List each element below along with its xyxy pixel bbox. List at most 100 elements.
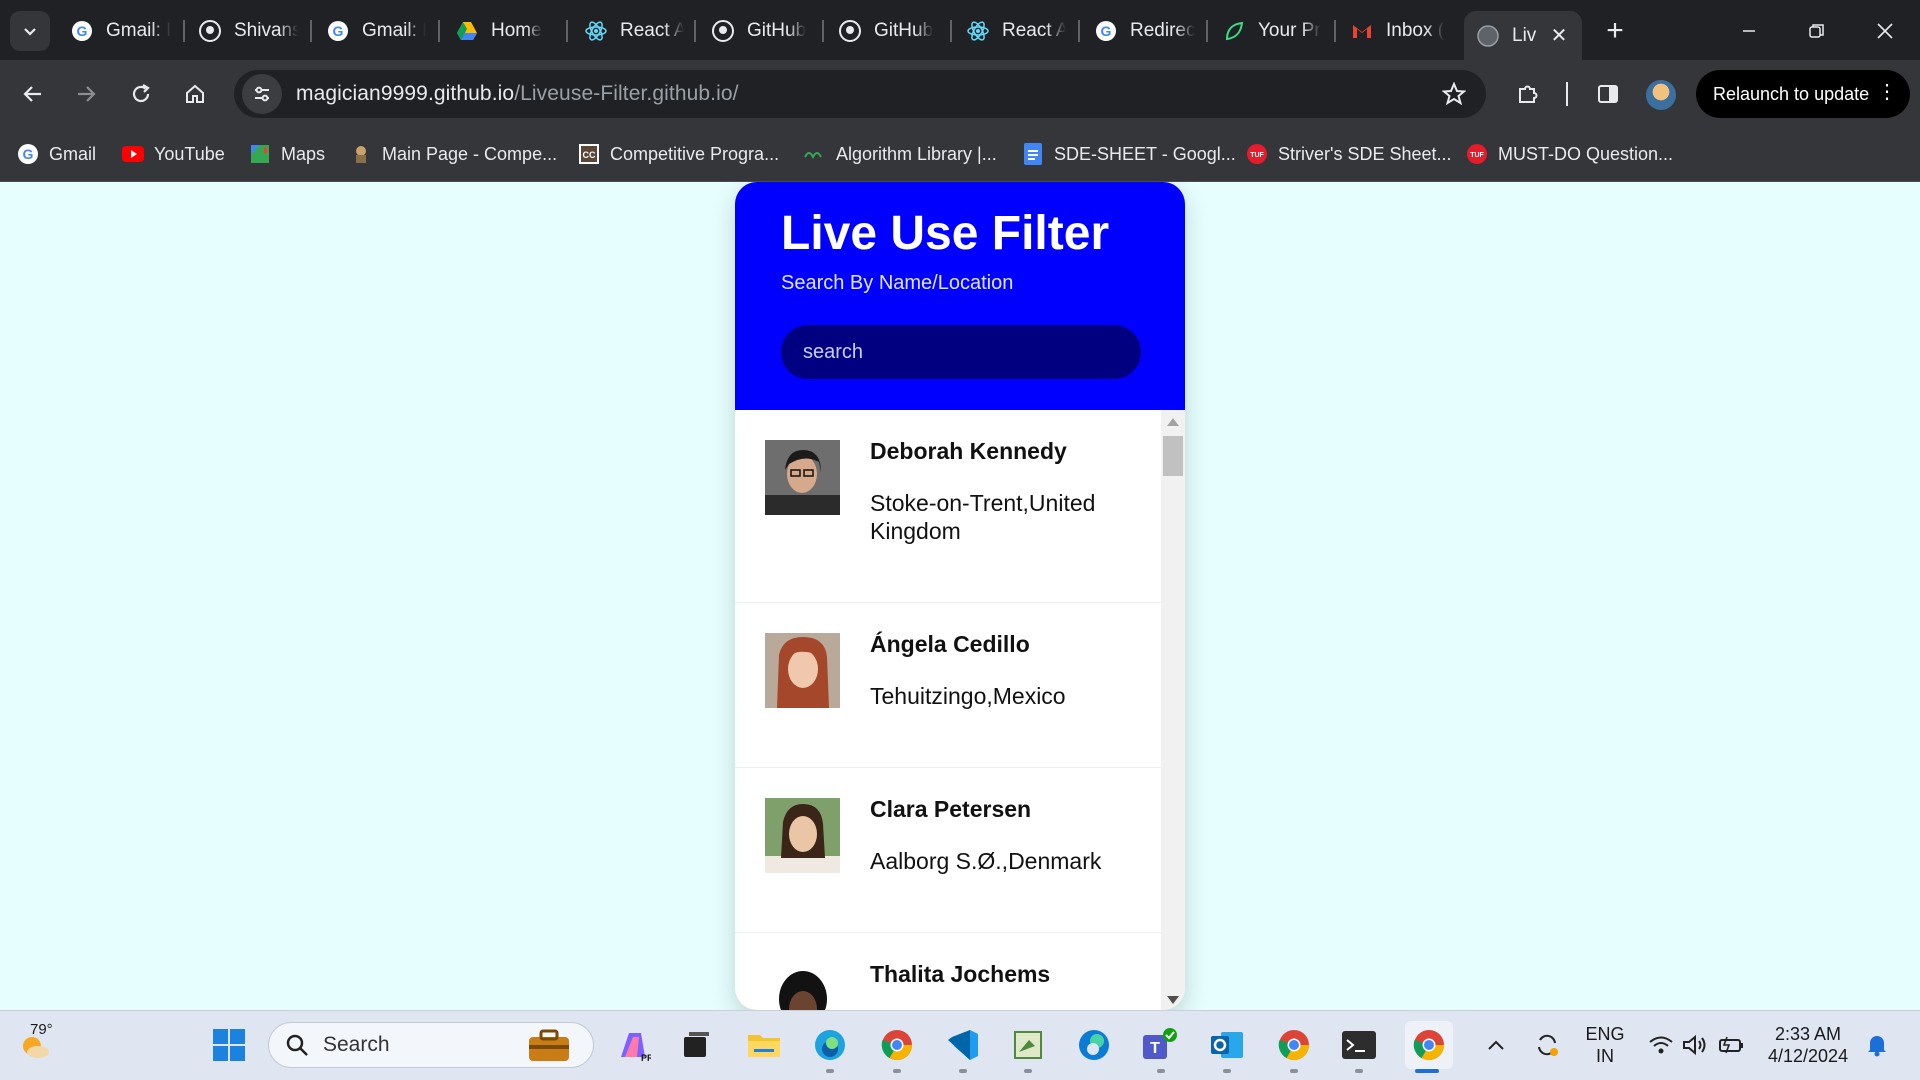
address-bar[interactable]: magician9999.github.io/Liveuse-Filter.gi… [234, 70, 1486, 118]
close-window-button[interactable] [1868, 14, 1902, 48]
bookmark-algorithm-library[interactable]: Algorithm Library |... [804, 140, 997, 168]
restore-button[interactable] [1800, 14, 1834, 48]
show-hidden-icons-button[interactable] [1482, 1025, 1510, 1065]
tab-react-1[interactable]: React A [584, 11, 684, 51]
svg-text:T: T [1150, 1040, 1160, 1057]
tab-title: React A [1002, 20, 1066, 41]
chrome-app-2[interactable] [1274, 1025, 1314, 1065]
globe-icon [1476, 24, 1500, 48]
tab-title: GitHub [874, 20, 934, 41]
sync-tray-button[interactable] [1530, 1025, 1564, 1065]
bookmarks-bar: G Gmail YouTube Maps Main Page - Compe..… [0, 128, 1920, 182]
home-button[interactable] [175, 74, 215, 114]
bookmark-competitive-programming[interactable]: CC Competitive Progra... [578, 140, 779, 168]
close-icon [1877, 23, 1893, 39]
running-indicator [959, 1069, 967, 1073]
docs-icon [1022, 143, 1044, 165]
tab-gmail-1[interactable]: G Gmail: I [70, 11, 174, 51]
teams-app[interactable]: T [1140, 1025, 1180, 1065]
notepad-app[interactable] [1008, 1025, 1048, 1065]
url-path: /Liveuse-Filter.github.io/ [514, 82, 739, 105]
new-tab-button[interactable]: + [1598, 14, 1632, 48]
tab-separator [1206, 20, 1208, 42]
close-tab-icon[interactable]: ✕ [1548, 23, 1570, 48]
start-button[interactable] [209, 1025, 249, 1065]
task-view-icon [684, 1032, 709, 1057]
bookmark-label: Maps [281, 143, 326, 164]
chrome-app-active[interactable] [1405, 1021, 1453, 1069]
tab-react-2[interactable]: React A [966, 11, 1066, 51]
copilot-app[interactable]: PRE [613, 1025, 653, 1065]
tab-inbox[interactable]: Inbox ( [1350, 11, 1450, 51]
edge-dev-app[interactable] [810, 1025, 850, 1065]
taskbar-search[interactable]: Search [268, 1022, 594, 1068]
running-indicator [1157, 1069, 1165, 1073]
user-name: Thalita Jochems [870, 961, 1051, 987]
running-indicator [893, 1069, 901, 1073]
edge-icon [815, 1030, 845, 1060]
scroll-up-arrow-icon[interactable] [1167, 418, 1179, 426]
side-panel-button[interactable] [1588, 74, 1628, 114]
site-info-button[interactable] [242, 74, 282, 114]
url-text[interactable]: magician9999.github.io/Liveuse-Filter.gi… [296, 82, 739, 106]
tab-redirect[interactable]: G Redirec [1094, 11, 1204, 51]
wifi-tray-button[interactable] [1646, 1025, 1676, 1065]
profile-avatar[interactable] [1646, 80, 1676, 110]
tab-github-shivans[interactable]: Shivans [198, 11, 298, 51]
tab-home-drive[interactable]: Home [455, 11, 565, 51]
clock-time: 2:33 AM [1774, 1024, 1842, 1044]
list-item: Deborah Kennedy Stoke-on-Trent,United Ki… [735, 410, 1161, 603]
extensions-button[interactable] [1508, 74, 1548, 114]
tab-your-pr[interactable]: Your Pr [1222, 11, 1322, 51]
outlook-app[interactable] [1207, 1025, 1247, 1065]
tab-separator [183, 20, 185, 42]
tab-gmail-2[interactable]: G Gmail: I [326, 11, 426, 51]
bookmark-star-button[interactable] [1438, 78, 1470, 110]
plus-icon: + [1606, 14, 1624, 47]
list-item: Clara Petersen Aalborg S.Ø.,Denmark [735, 768, 1161, 933]
page-title: Live Use Filter [781, 207, 1110, 260]
forward-button[interactable] [66, 74, 106, 114]
running-indicator [1290, 1069, 1298, 1073]
github-icon [711, 19, 735, 43]
tab-github-2[interactable]: GitHub [838, 11, 938, 51]
search-input[interactable] [781, 325, 1141, 379]
file-explorer-app[interactable] [744, 1025, 784, 1065]
scrollbar-thumb[interactable] [1163, 436, 1183, 476]
list-scrollbar[interactable] [1161, 410, 1185, 1010]
tab-search-button[interactable] [10, 11, 50, 51]
clock[interactable]: 2:33 AM 4/12/2024 [1768, 1023, 1848, 1067]
volume-tray-button[interactable] [1680, 1025, 1710, 1065]
bookmark-gmail[interactable]: G Gmail [17, 140, 96, 168]
user-location: Aalborg S.Ø.,Denmark [870, 848, 1102, 874]
battery-tray-button[interactable] [1716, 1025, 1748, 1065]
tab-github-1[interactable]: GitHub [711, 11, 811, 51]
task-view-app[interactable] [676, 1025, 716, 1065]
tab-live-use-filter[interactable]: Liv ✕ [1464, 11, 1582, 60]
tab-separator [950, 20, 952, 42]
back-button[interactable] [13, 74, 53, 114]
bookmark-sde-sheet[interactable]: SDE-SHEET - Googl... [1022, 140, 1236, 168]
running-indicator [1355, 1069, 1363, 1073]
arrow-right-icon [78, 86, 96, 102]
vscode-app[interactable] [943, 1025, 983, 1065]
reload-button[interactable] [121, 74, 161, 114]
scroll-down-arrow-icon[interactable] [1167, 996, 1179, 1004]
notifications-button[interactable] [1862, 1025, 1892, 1065]
more-vert-icon[interactable]: ⋮ [1877, 82, 1897, 102]
tab-separator [438, 20, 440, 42]
bookmark-youtube[interactable]: YouTube [122, 140, 225, 168]
edge-app[interactable] [1074, 1025, 1114, 1065]
bookmark-strivers-sde-sheet[interactable]: TUF Striver's SDE Sheet... [1246, 140, 1452, 168]
tab-title: Gmail: I [362, 20, 426, 41]
bookmark-must-do-questions[interactable]: TUF MUST-DO Question... [1466, 140, 1673, 168]
chrome-app-1[interactable] [877, 1025, 917, 1065]
filter-card: Live Use Filter Search By Name/Location … [735, 182, 1185, 1010]
language-indicator[interactable]: ENG IN [1582, 1023, 1628, 1067]
bookmark-main-page[interactable]: Main Page - Compe... [350, 140, 557, 168]
minimize-button[interactable] [1732, 14, 1766, 48]
bookmark-maps[interactable]: Maps [249, 140, 325, 168]
cc-icon: CC [578, 143, 600, 165]
relaunch-button[interactable]: Relaunch to update ⋮ [1696, 70, 1910, 118]
terminal-app[interactable] [1339, 1025, 1379, 1065]
